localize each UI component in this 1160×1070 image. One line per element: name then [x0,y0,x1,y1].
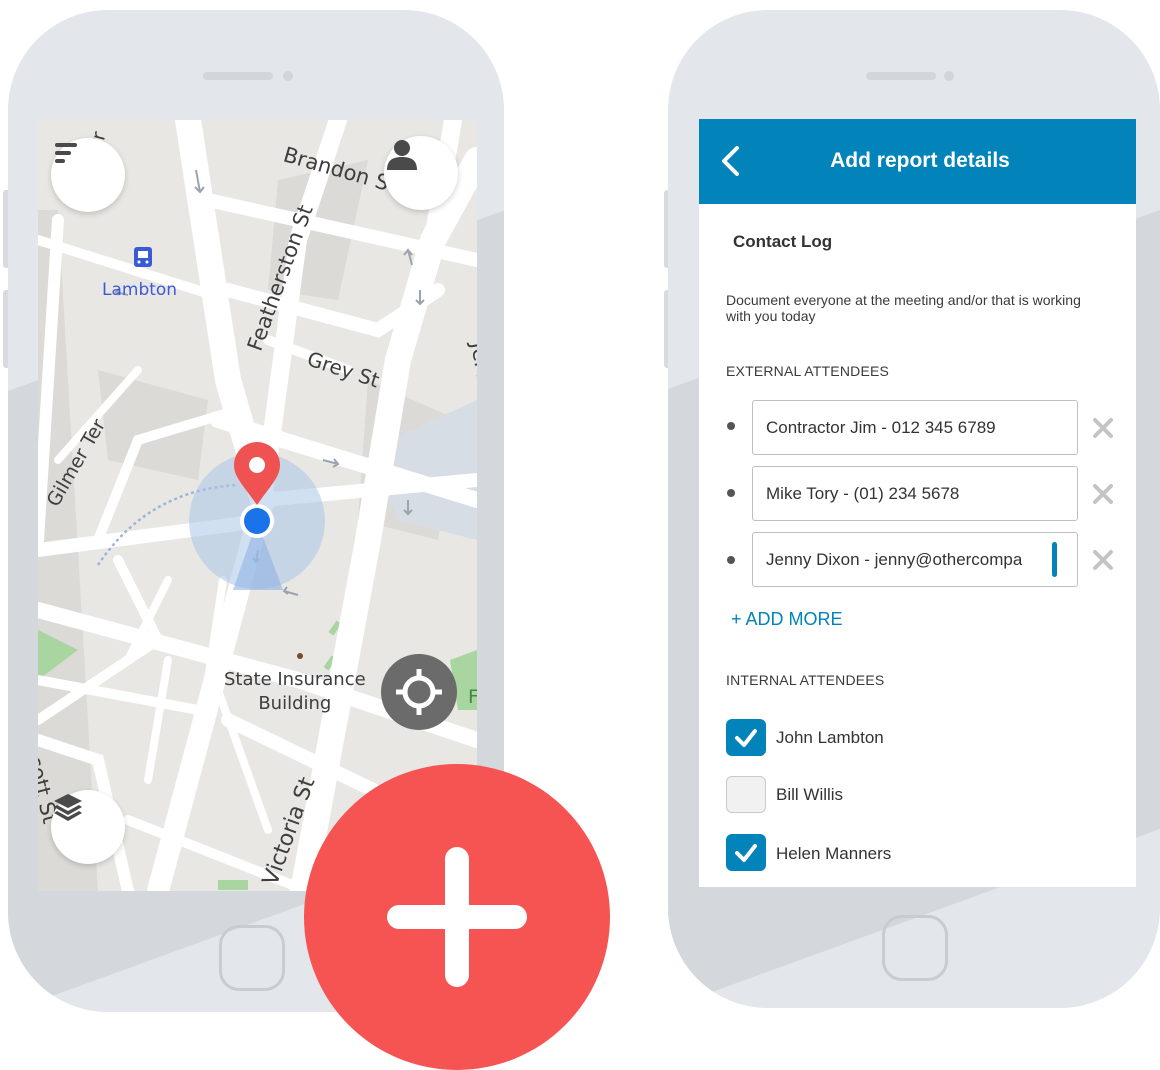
landmark-label-line: State Insurance [224,669,366,690]
app-bar: Add report details [699,119,1136,204]
menu-icon [55,143,77,163]
section-description: Document everyone at the meeting and/or … [726,292,1081,324]
section-title: Contact Log [733,232,833,251]
plus-icon-vertical [445,847,469,987]
external-attendee-value: Contractor Jim - 012 345 6789 [766,417,996,437]
add-more-link[interactable]: + ADD MORE [731,609,843,630]
external-attendee-value: Mike Tory - (01) 234 5678 [766,483,960,503]
phone-speaker [203,72,273,80]
close-icon[interactable] [1091,416,1115,440]
external-attendees-heading: EXTERNAL ATTENDEES [726,363,890,379]
checkmark-icon [735,728,757,747]
map-edge-label: F [468,686,477,708]
station-label: Lambton [102,280,178,300]
profile-button[interactable] [384,136,458,210]
checkmark-icon [735,843,757,862]
checkbox-unchecked[interactable] [726,776,766,813]
list-bullet [727,489,735,497]
internal-attendee-label: Bill Willis [776,785,844,804]
page-title: Add report details [830,149,1010,172]
close-icon[interactable] [1091,482,1115,506]
internal-attendee-label: Helen Manners [776,844,892,863]
landmark-dot [297,653,303,659]
menu-button[interactable] [51,138,125,212]
phone-home-button [219,925,285,991]
internal-attendee-label: John Lambton [776,728,884,747]
locate-me-button[interactable] [381,654,457,730]
phone-camera [944,71,954,81]
report-details-screen: Add report details Contact Log Document … [699,119,1136,887]
list-bullet [727,422,735,430]
list-bullet [727,556,735,564]
crosshair-icon [396,669,442,715]
layers-button[interactable] [51,790,125,864]
checkbox-checked[interactable] [726,834,766,871]
layers-icon [54,794,82,821]
internal-attendees-heading: INTERNAL ATTENDEES [726,672,885,688]
external-attendee-field-active[interactable]: Jenny Dixon - jenny@othercompa [752,532,1078,587]
phone-home-button [882,915,948,981]
landmark-label-line: Building [258,693,332,714]
checkbox-checked[interactable] [726,719,766,756]
phone-camera [283,71,293,81]
add-report-button[interactable] [304,764,610,1070]
external-attendee-field[interactable]: Mike Tory - (01) 234 5678 [752,466,1078,521]
landmark-label: State Insurance Building [224,668,366,716]
external-attendee-field[interactable]: Contractor Jim - 012 345 6789 [752,400,1078,455]
text-cursor [1052,542,1057,577]
location-dot [244,508,270,534]
external-attendee-value: Jenny Dixon - jenny@othercompa [766,549,1023,569]
phone-speaker [866,72,936,80]
profile-icon [387,140,417,170]
close-icon[interactable] [1091,548,1115,572]
